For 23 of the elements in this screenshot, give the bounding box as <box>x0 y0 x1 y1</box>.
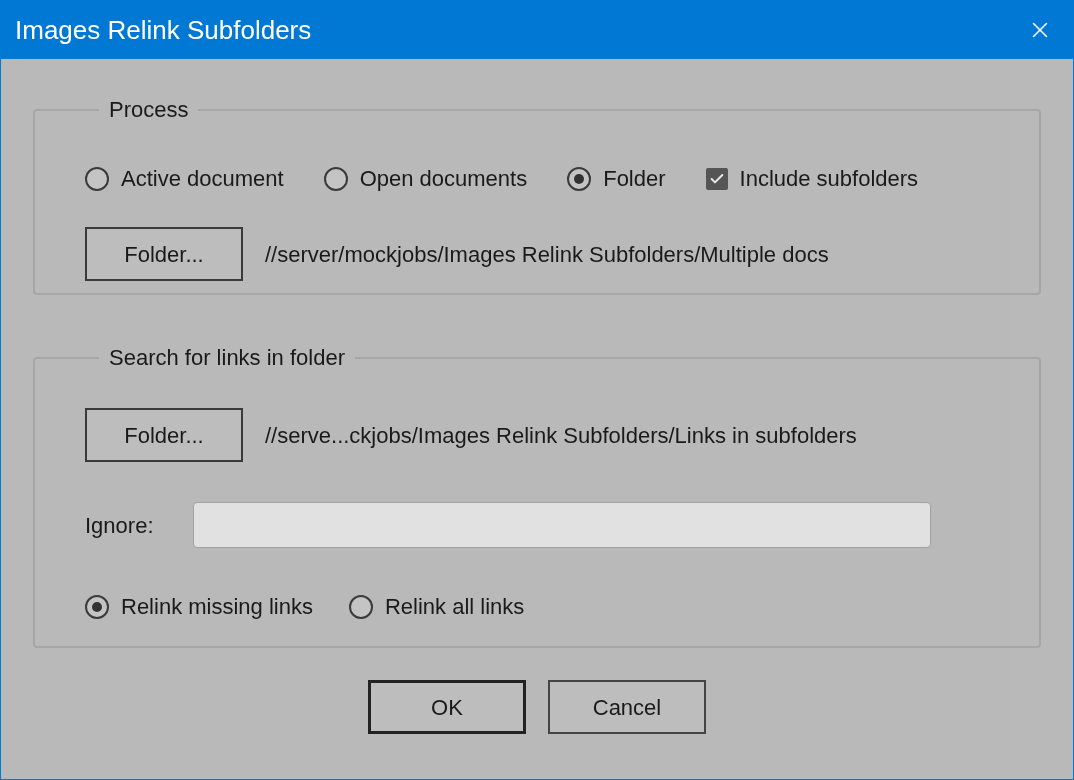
radio-button[interactable] <box>323 166 348 191</box>
group-label: Search for links in folder <box>108 344 346 372</box>
radio-button[interactable] <box>567 166 592 191</box>
radio-button[interactable] <box>85 166 109 191</box>
ignore-label: Ignore: <box>85 511 155 540</box>
radio-label: Relink all links <box>384 593 525 621</box>
folder-button[interactable]: Folder... <box>85 227 243 281</box>
checkbox[interactable] <box>705 167 728 190</box>
dialog-button[interactable]: OK <box>368 680 526 734</box>
group-label: Process <box>108 96 190 124</box>
radio-label: Folder <box>603 165 666 193</box>
folder-path: //serve...ckjobs/Images Relink Subfolders/Links in subfolders <box>265 421 857 450</box>
dialog-button[interactable]: Cancel <box>548 680 706 734</box>
radio-button[interactable] <box>348 594 373 619</box>
ignore-field[interactable] <box>193 502 931 548</box>
folder-button[interactable]: Folder... <box>85 408 243 462</box>
checkbox-label: Include subfolders <box>739 165 919 193</box>
radio-label: Active document <box>121 165 284 193</box>
radio-label: Open documents <box>359 165 528 193</box>
folder-path: //server/mockjobs/Images Relink Subfolders/Multiple docs <box>265 240 829 269</box>
radio-label: Relink missing links <box>121 593 313 621</box>
radio-button[interactable] <box>85 594 109 619</box>
window-title: Images Relink Subfolders <box>15 13 312 47</box>
